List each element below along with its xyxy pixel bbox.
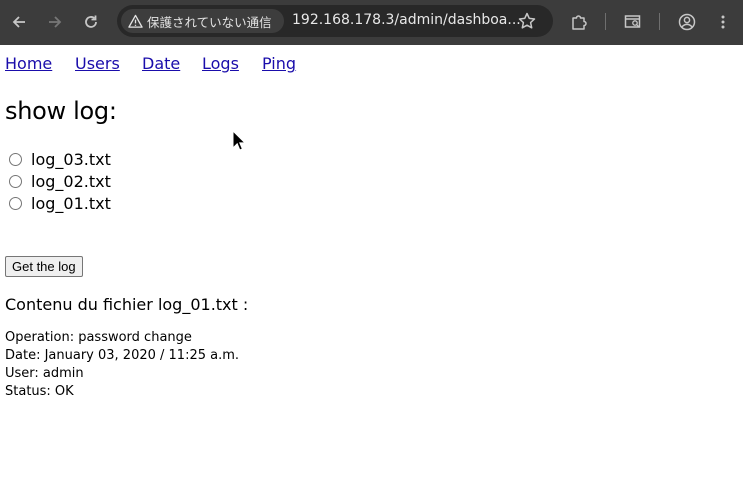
warning-icon: [128, 14, 143, 28]
tab-search-button[interactable]: [619, 8, 647, 36]
log-content-heading: Contenu du fichier log_01.txt :: [5, 295, 249, 314]
log-option-label[interactable]: log_01.txt: [31, 194, 111, 213]
bookmark-star-icon[interactable]: [517, 11, 537, 31]
back-button[interactable]: [5, 8, 33, 36]
log-content: Operation: password change Date: January…: [5, 329, 239, 401]
security-chip[interactable]: 保護されていない通信: [121, 9, 284, 33]
get-log-button[interactable]: Get the log: [5, 256, 83, 277]
puzzle-icon: [572, 15, 587, 30]
nav-link-date[interactable]: Date: [142, 54, 180, 73]
log-line: Status: OK: [5, 384, 74, 399]
reload-button[interactable]: [77, 8, 105, 36]
log-option[interactable]: log_01.txt: [9, 193, 111, 213]
menu-button[interactable]: [709, 8, 737, 36]
nav-link-logs[interactable]: Logs: [202, 54, 239, 73]
log-option-label[interactable]: log_03.txt: [31, 150, 111, 169]
nav-link-ping[interactable]: Ping: [262, 54, 296, 73]
nav-link-home[interactable]: Home: [5, 54, 52, 73]
page-title: show log:: [5, 97, 117, 125]
reload-icon: [85, 15, 97, 28]
extensions-button[interactable]: [565, 8, 593, 36]
mouse-cursor-icon: [232, 130, 246, 151]
log-option[interactable]: log_02.txt: [9, 171, 111, 191]
nav-link-users[interactable]: Users: [75, 54, 120, 73]
log-line: User: admin: [5, 366, 84, 381]
radio-button[interactable]: [9, 152, 22, 166]
forward-button[interactable]: [41, 8, 69, 36]
log-line: Date: January 03, 2020 / 11:25 a.m.: [5, 348, 240, 363]
log-line: Operation: password change: [5, 330, 192, 345]
log-option-label[interactable]: log_02.txt: [31, 172, 111, 191]
toolbar-divider: [659, 13, 660, 30]
toolbar-divider: [605, 13, 606, 30]
address-bar[interactable]: 保護されていない通信 192.168.178.3/admin/dashboa..…: [117, 5, 553, 37]
forward-arrow-icon: [49, 16, 62, 28]
url-text[interactable]: 192.168.178.3/admin/dashboa...: [292, 12, 521, 28]
tab-search-icon: [624, 15, 641, 28]
radio-button[interactable]: [9, 174, 22, 188]
security-label: 保護されていない通信: [147, 14, 272, 30]
back-arrow-icon: [12, 16, 25, 28]
profile-button[interactable]: [673, 8, 701, 36]
profile-icon: [678, 13, 696, 31]
kebab-menu-icon: [721, 15, 725, 29]
radio-button[interactable]: [9, 196, 22, 210]
log-option[interactable]: log_03.txt: [9, 149, 111, 169]
browser-toolbar: 保護されていない通信 192.168.178.3/admin/dashboa..…: [0, 0, 743, 45]
